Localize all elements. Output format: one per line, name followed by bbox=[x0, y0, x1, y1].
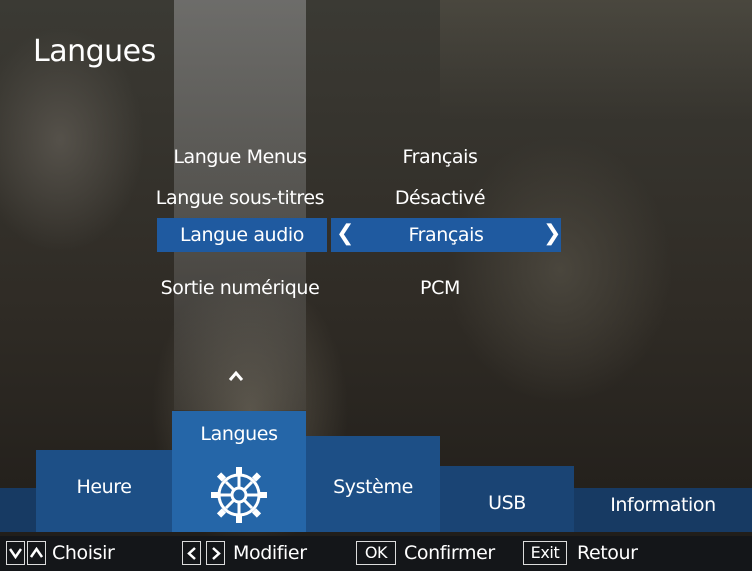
setting-row-digital-output[interactable]: Sortie numérique PCM bbox=[0, 271, 752, 305]
right-key-icon bbox=[206, 541, 225, 565]
setting-value: Désactivé bbox=[394, 187, 486, 209]
gear-icon bbox=[211, 467, 267, 523]
tab-label: Heure bbox=[76, 476, 132, 498]
help-bar: Choisir Modifier OK Confirmer Exit Retou… bbox=[0, 536, 752, 571]
chevron-right-icon[interactable]: ❯ bbox=[543, 218, 561, 252]
choose-hint: Choisir bbox=[52, 542, 115, 564]
tab-langues[interactable]: Langues bbox=[172, 411, 306, 532]
setting-label: Langue audio bbox=[157, 218, 327, 252]
setting-row-menu-language[interactable]: Langue Menus Français bbox=[0, 140, 752, 174]
exit-key: Exit bbox=[523, 541, 567, 565]
setting-row-subtitle-language[interactable]: Langue sous-titres Désactivé bbox=[0, 181, 752, 215]
tab-information[interactable]: Information bbox=[574, 488, 752, 532]
tab-label: Langues bbox=[200, 423, 278, 445]
tab-systeme[interactable]: Système bbox=[306, 436, 440, 532]
ok-key: OK bbox=[356, 541, 396, 565]
chevron-up-icon[interactable] bbox=[226, 366, 246, 386]
down-key-icon bbox=[6, 541, 25, 565]
setting-value: Français bbox=[408, 224, 484, 246]
back-hint: Retour bbox=[577, 542, 638, 564]
background-window bbox=[440, 0, 752, 120]
tab-heure[interactable]: Heure bbox=[36, 450, 172, 532]
left-key-icon bbox=[182, 541, 201, 565]
setting-label: Langue sous-titres bbox=[155, 187, 325, 209]
tab-label: Information bbox=[610, 494, 716, 516]
setting-row-audio-language[interactable]: Langue audio Français ❮ ❯ bbox=[0, 218, 752, 252]
setting-value: Français bbox=[402, 146, 478, 168]
chevron-left-icon[interactable]: ❮ bbox=[336, 218, 354, 252]
tab-label: Système bbox=[333, 476, 413, 498]
setting-value: PCM bbox=[420, 277, 460, 299]
up-key-icon bbox=[27, 541, 46, 565]
confirm-hint: Confirmer bbox=[404, 542, 495, 564]
tab-label: USB bbox=[488, 492, 526, 514]
setting-label: Sortie numérique bbox=[160, 277, 320, 299]
tab-usb[interactable]: USB bbox=[440, 466, 574, 532]
modify-hint: Modifier bbox=[233, 542, 307, 564]
setting-label: Langue Menus bbox=[173, 146, 307, 168]
page-title: Langues bbox=[33, 34, 156, 69]
